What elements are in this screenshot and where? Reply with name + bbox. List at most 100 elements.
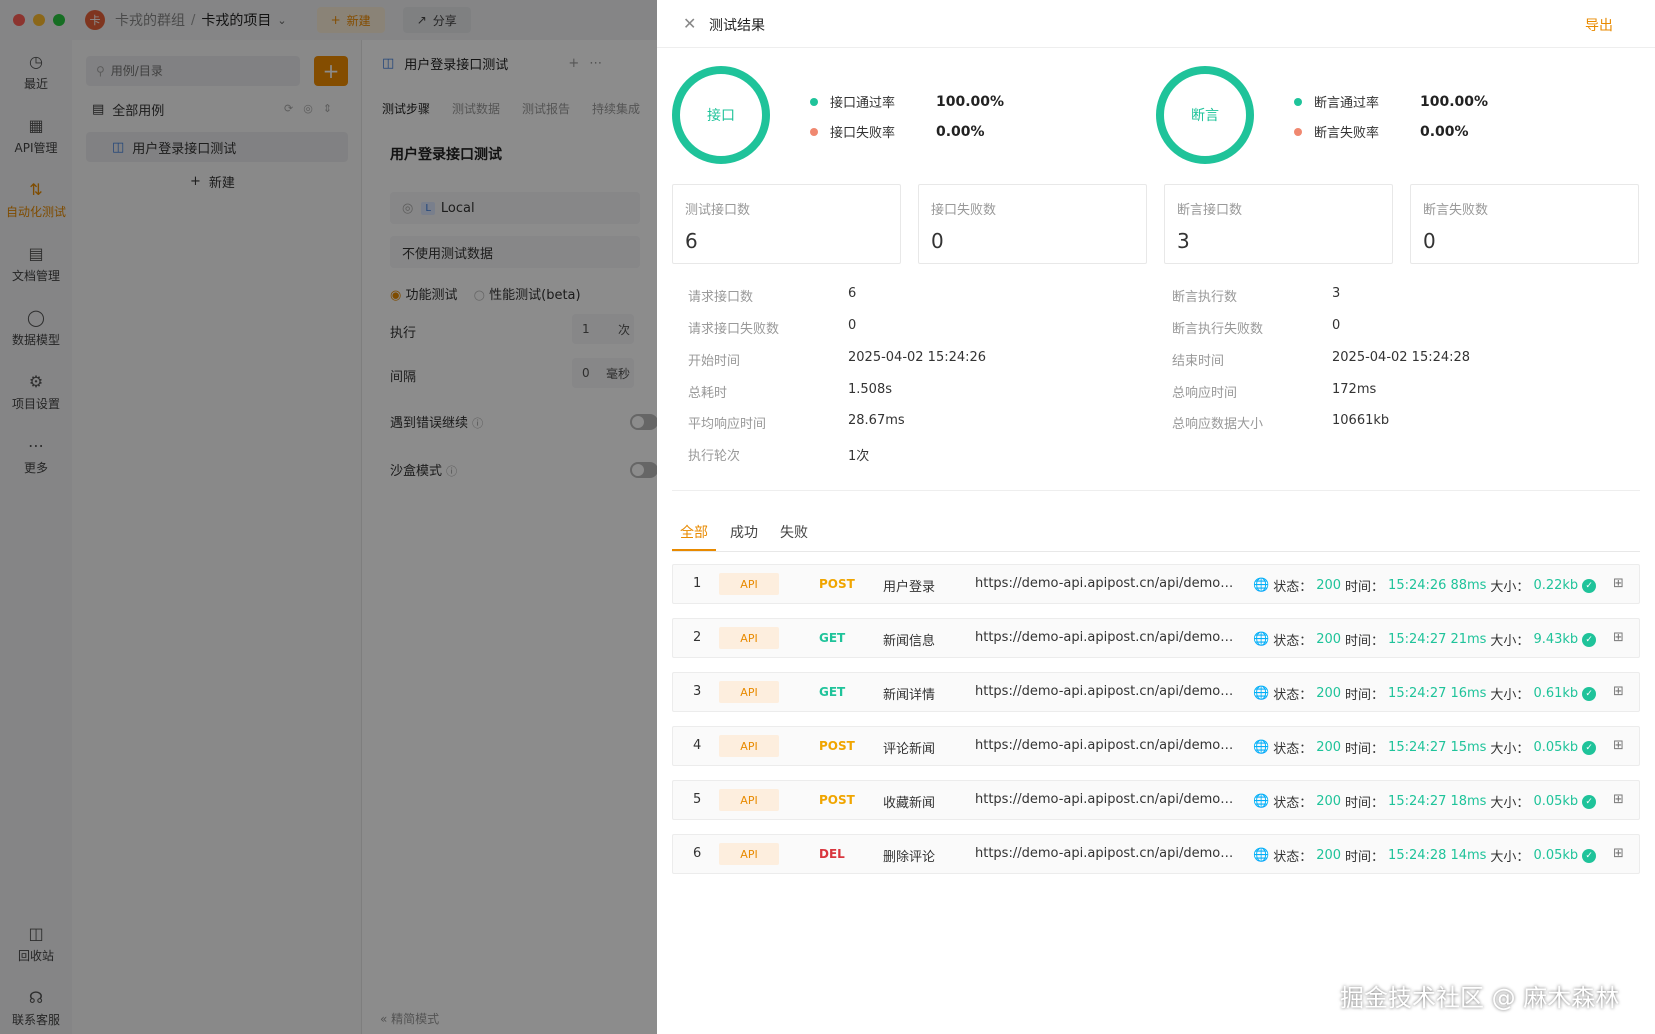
- assert-pass-ring: 断言: [1156, 66, 1254, 164]
- assert-pass-label: 断言通过率: [1314, 96, 1380, 111]
- stat-value: 2025-04-02 15:24:26: [848, 350, 987, 365]
- stat-value: 6: [848, 286, 857, 301]
- size-value: 0.05kb: [1533, 794, 1579, 809]
- duration-value: 15ms: [1450, 740, 1487, 755]
- api-fail-label: 接口失败率: [830, 126, 896, 141]
- card-label: 接口失败数: [931, 203, 997, 218]
- tab-success[interactable]: 成功: [730, 522, 758, 542]
- row-method: GET: [819, 685, 846, 699]
- row-index: 2: [693, 630, 702, 645]
- time-value: 15:24:28: [1388, 848, 1447, 863]
- stat-value: 172ms: [1332, 382, 1377, 397]
- status-value: 200: [1316, 740, 1342, 755]
- row-type-badge: API: [719, 627, 779, 649]
- assert-fail-label: 断言失败率: [1314, 126, 1380, 141]
- open-detail-icon[interactable]: ⊞: [1613, 738, 1624, 753]
- check-circle-icon: ✓: [1582, 848, 1597, 863]
- globe-icon: 🌐: [1253, 794, 1270, 809]
- tab-fail[interactable]: 失败: [780, 522, 808, 542]
- row-name: 删除评论: [883, 850, 936, 865]
- row-meta: 🌐 状态： 200 时间： 15:24:27 18ms 大小： 0.05kb ✓: [1253, 792, 1597, 811]
- table-row[interactable]: 5 API POST 收藏新闻 https://demo-api.apipost…: [672, 780, 1640, 820]
- status-label: 状态：: [1273, 850, 1313, 865]
- stat-label: 断言执行数: [1172, 290, 1238, 305]
- row-url: https://demo-api.apipost.cn/api/demo/...: [975, 684, 1237, 699]
- assert-fail-value: 0.00%: [1420, 123, 1469, 140]
- stat-label: 平均响应时间: [688, 417, 767, 432]
- size-label: 大小：: [1490, 742, 1530, 757]
- card-label: 断言失败数: [1423, 203, 1489, 218]
- globe-icon: 🌐: [1253, 578, 1270, 593]
- table-row[interactable]: 2 API GET 新闻信息 https://demo-api.apipost.…: [672, 618, 1640, 658]
- drawer-title: 测试结果: [709, 18, 765, 34]
- row-type-badge: API: [719, 789, 779, 811]
- drawer-header: ✕ 测试结果 导出: [657, 0, 1655, 48]
- row-method: POST: [819, 577, 855, 591]
- card-assert-api-count: 断言接口数 3: [1164, 184, 1393, 264]
- open-detail-icon[interactable]: ⊞: [1613, 684, 1624, 699]
- export-button[interactable]: 导出: [1585, 15, 1613, 35]
- card-test-api-count: 测试接口数 6: [672, 184, 901, 264]
- stat-value: 28.67ms: [848, 413, 905, 428]
- time-label: 时间：: [1345, 634, 1385, 649]
- row-method: POST: [819, 793, 855, 807]
- globe-icon: 🌐: [1253, 686, 1270, 701]
- status-label: 状态：: [1273, 580, 1313, 595]
- close-icon[interactable]: ✕: [683, 14, 696, 33]
- row-type-badge: API: [719, 681, 779, 703]
- assert-ring-label: 断言: [1191, 108, 1219, 124]
- row-index: 4: [693, 738, 702, 753]
- stat-label: 总响应时间: [1172, 386, 1238, 401]
- row-meta: 🌐 状态： 200 时间： 15:24:27 16ms 大小： 0.61kb ✓: [1253, 684, 1597, 703]
- stat-label: 总响应数据大小: [1172, 417, 1264, 432]
- card-value: 6: [685, 229, 698, 253]
- api-fail-legend: 接口失败率 0.00%: [810, 122, 1060, 141]
- time-label: 时间：: [1345, 688, 1385, 703]
- assert-fail-legend: 断言失败率 0.00%: [1294, 122, 1544, 141]
- tab-ink-bar: [672, 549, 716, 551]
- row-index: 3: [693, 684, 702, 699]
- row-name: 用户登录: [883, 580, 936, 595]
- tab-all[interactable]: 全部: [680, 522, 708, 542]
- table-row[interactable]: 6 API DEL 删除评论 https://demo-api.apipost.…: [672, 834, 1640, 874]
- row-method: DEL: [819, 847, 845, 861]
- table-row[interactable]: 4 API POST 评论新闻 https://demo-api.apipost…: [672, 726, 1640, 766]
- card-value: 0: [1423, 229, 1436, 253]
- stat-value: 10661kb: [1332, 413, 1390, 428]
- size-value: 0.05kb: [1533, 740, 1579, 755]
- status-value: 200: [1316, 686, 1342, 701]
- api-pass-ring: 接口: [672, 66, 770, 164]
- globe-icon: 🌐: [1253, 848, 1270, 863]
- card-value: 0: [931, 229, 944, 253]
- size-label: 大小：: [1490, 634, 1530, 649]
- open-detail-icon[interactable]: ⊞: [1613, 792, 1624, 807]
- card-label: 断言接口数: [1177, 203, 1243, 218]
- stat-label: 请求接口失败数: [688, 322, 780, 337]
- table-row[interactable]: 3 API GET 新闻详情 https://demo-api.apipost.…: [672, 672, 1640, 712]
- modal-overlay[interactable]: [0, 0, 657, 1034]
- status-label: 状态：: [1273, 688, 1313, 703]
- size-value: 9.43kb: [1533, 632, 1579, 647]
- status-value: 200: [1316, 848, 1342, 863]
- stat-value: 1.508s: [848, 382, 892, 397]
- card-api-fail-count: 接口失败数 0: [918, 184, 1147, 264]
- row-meta: 🌐 状态： 200 时间： 15:24:28 14ms 大小： 0.05kb ✓: [1253, 846, 1597, 865]
- row-type-badge: API: [719, 843, 779, 865]
- row-method: GET: [819, 631, 846, 645]
- card-value: 3: [1177, 229, 1190, 253]
- stat-label: 请求接口数: [688, 290, 754, 305]
- status-label: 状态：: [1273, 634, 1313, 649]
- time-label: 时间：: [1345, 850, 1385, 865]
- status-label: 状态：: [1273, 742, 1313, 757]
- pass-dot: [810, 97, 818, 106]
- pass-dot: [1294, 97, 1302, 106]
- check-circle-icon: ✓: [1582, 740, 1597, 755]
- row-type-badge: API: [719, 573, 779, 595]
- table-row[interactable]: 1 API POST 用户登录 https://demo-api.apipost…: [672, 564, 1640, 604]
- duration-value: 88ms: [1450, 578, 1487, 593]
- open-detail-icon[interactable]: ⊞: [1613, 576, 1624, 591]
- open-detail-icon[interactable]: ⊞: [1613, 846, 1624, 861]
- open-detail-icon[interactable]: ⊞: [1613, 630, 1624, 645]
- globe-icon: 🌐: [1253, 632, 1270, 647]
- stat-label: 开始时间: [688, 354, 741, 369]
